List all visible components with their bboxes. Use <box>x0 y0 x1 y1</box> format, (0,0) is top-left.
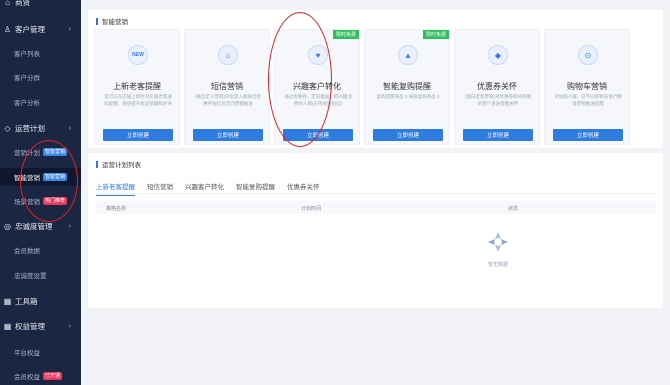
column-header-status: 状态 <box>508 206 519 212</box>
sidebar-item-member-data[interactable]: 会员数据 <box>0 241 81 259</box>
sidebar-group-label: 权益管理 <box>15 321 45 331</box>
message-icon: ⌂ <box>218 45 238 65</box>
card-description: (微信定义营销)对指定人群进行优惠券短信及定向营销推送 <box>195 94 261 106</box>
sidebar-item-customer-segments[interactable]: 客户分群 <box>0 68 81 86</box>
marketing-card-sms: ⌂ 短信营销 (微信定义营销)对指定人群进行优惠券短信及定向营销推送 立即创建 <box>184 29 270 145</box>
section-title: 智能营销 <box>96 16 128 26</box>
card-description: 您可以在店铺上新时对店铺老客通知提醒，快速提升新品销量和好评 <box>104 94 172 106</box>
card-title: 短信营销 <box>211 82 243 91</box>
marketing-card-coupon-care: ◆ 优惠券关怀 (面向老客营销)对优惠券即将到期的客户发送提醒关怀 立即创建 <box>454 29 540 145</box>
sidebar-item-loyalty-settings[interactable]: 忠诚度设置 <box>0 266 81 284</box>
marketing-card-cart: ⊙ 购物车营销 对加购人群，在不同购物车进行精准营销推送提醒 立即创建 <box>544 29 630 145</box>
sidebar-item-member-benefits[interactable]: 会员权益 已开通 <box>0 367 81 385</box>
sidebar-item-label: 平台权益 <box>14 350 40 357</box>
chevron-right-icon: › <box>68 25 71 33</box>
marketing-card-new-arrival: NEW 上新老客提醒 您可以在店铺上新时对店铺老客通知提醒，快速提升新品销量和好… <box>94 29 180 145</box>
smart-marketing-panel: 智能营销 NEW 上新老客提醒 您可以在店铺上新时对店铺老客通知提醒，快速提升新… <box>88 10 663 148</box>
sidebar-group-label: 运营计划 <box>15 123 45 133</box>
create-button[interactable]: 立即创建 <box>193 129 263 141</box>
annotation-circle <box>20 140 78 222</box>
plan-list-panel: 运营计划列表 上新老客提醒 短信营销 兴趣客户转化 智能复购提醒 优惠券关怀 策… <box>88 153 663 308</box>
sidebar-item-label: 客户分群 <box>14 75 40 82</box>
table-header: 策略名称 计划时间 状态 <box>96 201 656 214</box>
create-button[interactable]: 立即创建 <box>373 129 443 141</box>
annotation-circle <box>268 12 332 147</box>
empty-data-icon <box>488 232 508 252</box>
sidebar-item-label: 客户列表 <box>14 51 40 58</box>
empty-state: 暂无数据 <box>483 231 513 268</box>
section-title-text: 运营计划列表 <box>102 162 141 169</box>
section-title: 运营计划列表 <box>96 159 141 169</box>
tabs-divider <box>96 193 656 194</box>
sidebar-item-home[interactable]: ⌂ 商贤 <box>0 0 81 11</box>
coupon-icon: ◆ <box>488 45 508 65</box>
sidebar-item-label: 会员权益 <box>14 374 40 381</box>
marketing-card-repurchase: 限时免费 ▲ 智能复购提醒 复购提醒商品 0 关联复购商品 0 立即创建 <box>364 29 450 145</box>
sidebar-item-customer-analysis[interactable]: 客户分析 <box>0 93 81 111</box>
sidebar-group-label: 忠诚度管理 <box>15 221 53 231</box>
sidebar-group-label: 工具箱 <box>15 296 38 306</box>
sidebar-item-tag: 已开通 <box>43 372 63 380</box>
title-bar <box>96 160 98 168</box>
user-icon: ♙ <box>3 24 12 34</box>
sidebar-group-customers[interactable]: ♙ 客户管理 › <box>0 20 81 38</box>
sidebar-item-label: 会员数据 <box>14 248 40 255</box>
icon-glyph: ◆ <box>494 50 502 60</box>
new-icon: NEW <box>128 45 148 65</box>
create-button[interactable]: 立即创建 <box>553 129 623 141</box>
sidebar-group-toolbox[interactable]: ▦ 工具箱 <box>0 292 81 310</box>
bell-icon: ▲ <box>398 45 418 65</box>
grid-icon: ▦ <box>3 296 12 306</box>
chevron-right-icon: › <box>68 222 71 230</box>
sidebar-group-label: 客户管理 <box>15 24 45 34</box>
card-title: 优惠券关怀 <box>477 82 517 91</box>
cart-icon: ⊙ <box>578 45 598 65</box>
chevron-right-icon: › <box>68 124 71 132</box>
icon-glyph: NEW <box>132 52 144 58</box>
create-button[interactable]: 立即创建 <box>463 129 533 141</box>
sidebar-item-customer-list[interactable]: 客户列表 <box>0 44 81 62</box>
grid-icon: ▦ <box>3 321 12 331</box>
icon-glyph: ▲ <box>404 50 412 60</box>
gear-icon: ◎ <box>4 221 11 231</box>
free-badge: 限时免费 <box>422 30 449 39</box>
icon-glyph: ⌂ <box>225 50 231 60</box>
card-title: 购物车营销 <box>567 82 607 91</box>
title-bar <box>96 17 98 25</box>
sidebar-group-benefits[interactable]: ▦ 权益管理 › <box>0 317 81 335</box>
card-title: 上新老客提醒 <box>113 82 161 91</box>
section-title-text: 智能营销 <box>102 19 128 26</box>
sidebar-item-platform-benefits[interactable]: 平台权益 <box>0 343 81 361</box>
free-badge: 限时免费 <box>332 30 359 39</box>
sidebar-item-label: 商贤 <box>15 0 30 7</box>
card-description: 对加购人群，在不同购物车进行精准营销推送提醒 <box>554 94 622 106</box>
card-description: 复购提醒商品 0 关联复购商品 0 <box>376 94 440 99</box>
card-title: 智能复购提醒 <box>383 82 431 91</box>
empty-text: 暂无数据 <box>487 262 508 268</box>
sidebar-item-label: 客户分析 <box>14 100 40 107</box>
create-button[interactable]: 立即创建 <box>103 129 173 141</box>
column-header-name: 策略名称 <box>106 206 127 212</box>
diamond-icon: ◇ <box>4 123 11 133</box>
sidebar-item-label: 忠诚度设置 <box>14 273 47 280</box>
column-header-time: 计划时间 <box>301 206 322 212</box>
card-description: (面向老客营销)对优惠券即将到期的客户发送提醒关怀 <box>465 94 531 106</box>
icon-glyph: ⊙ <box>584 50 592 60</box>
chevron-right-icon: › <box>68 322 71 330</box>
main-content: 智能营销 NEW 上新老客提醒 您可以在店铺上新时对店铺老客通知提醒，快速提升新… <box>81 0 670 385</box>
sidebar-group-operations[interactable]: ◇ 运营计划 › <box>0 119 81 137</box>
home-icon: ⌂ <box>5 0 10 7</box>
